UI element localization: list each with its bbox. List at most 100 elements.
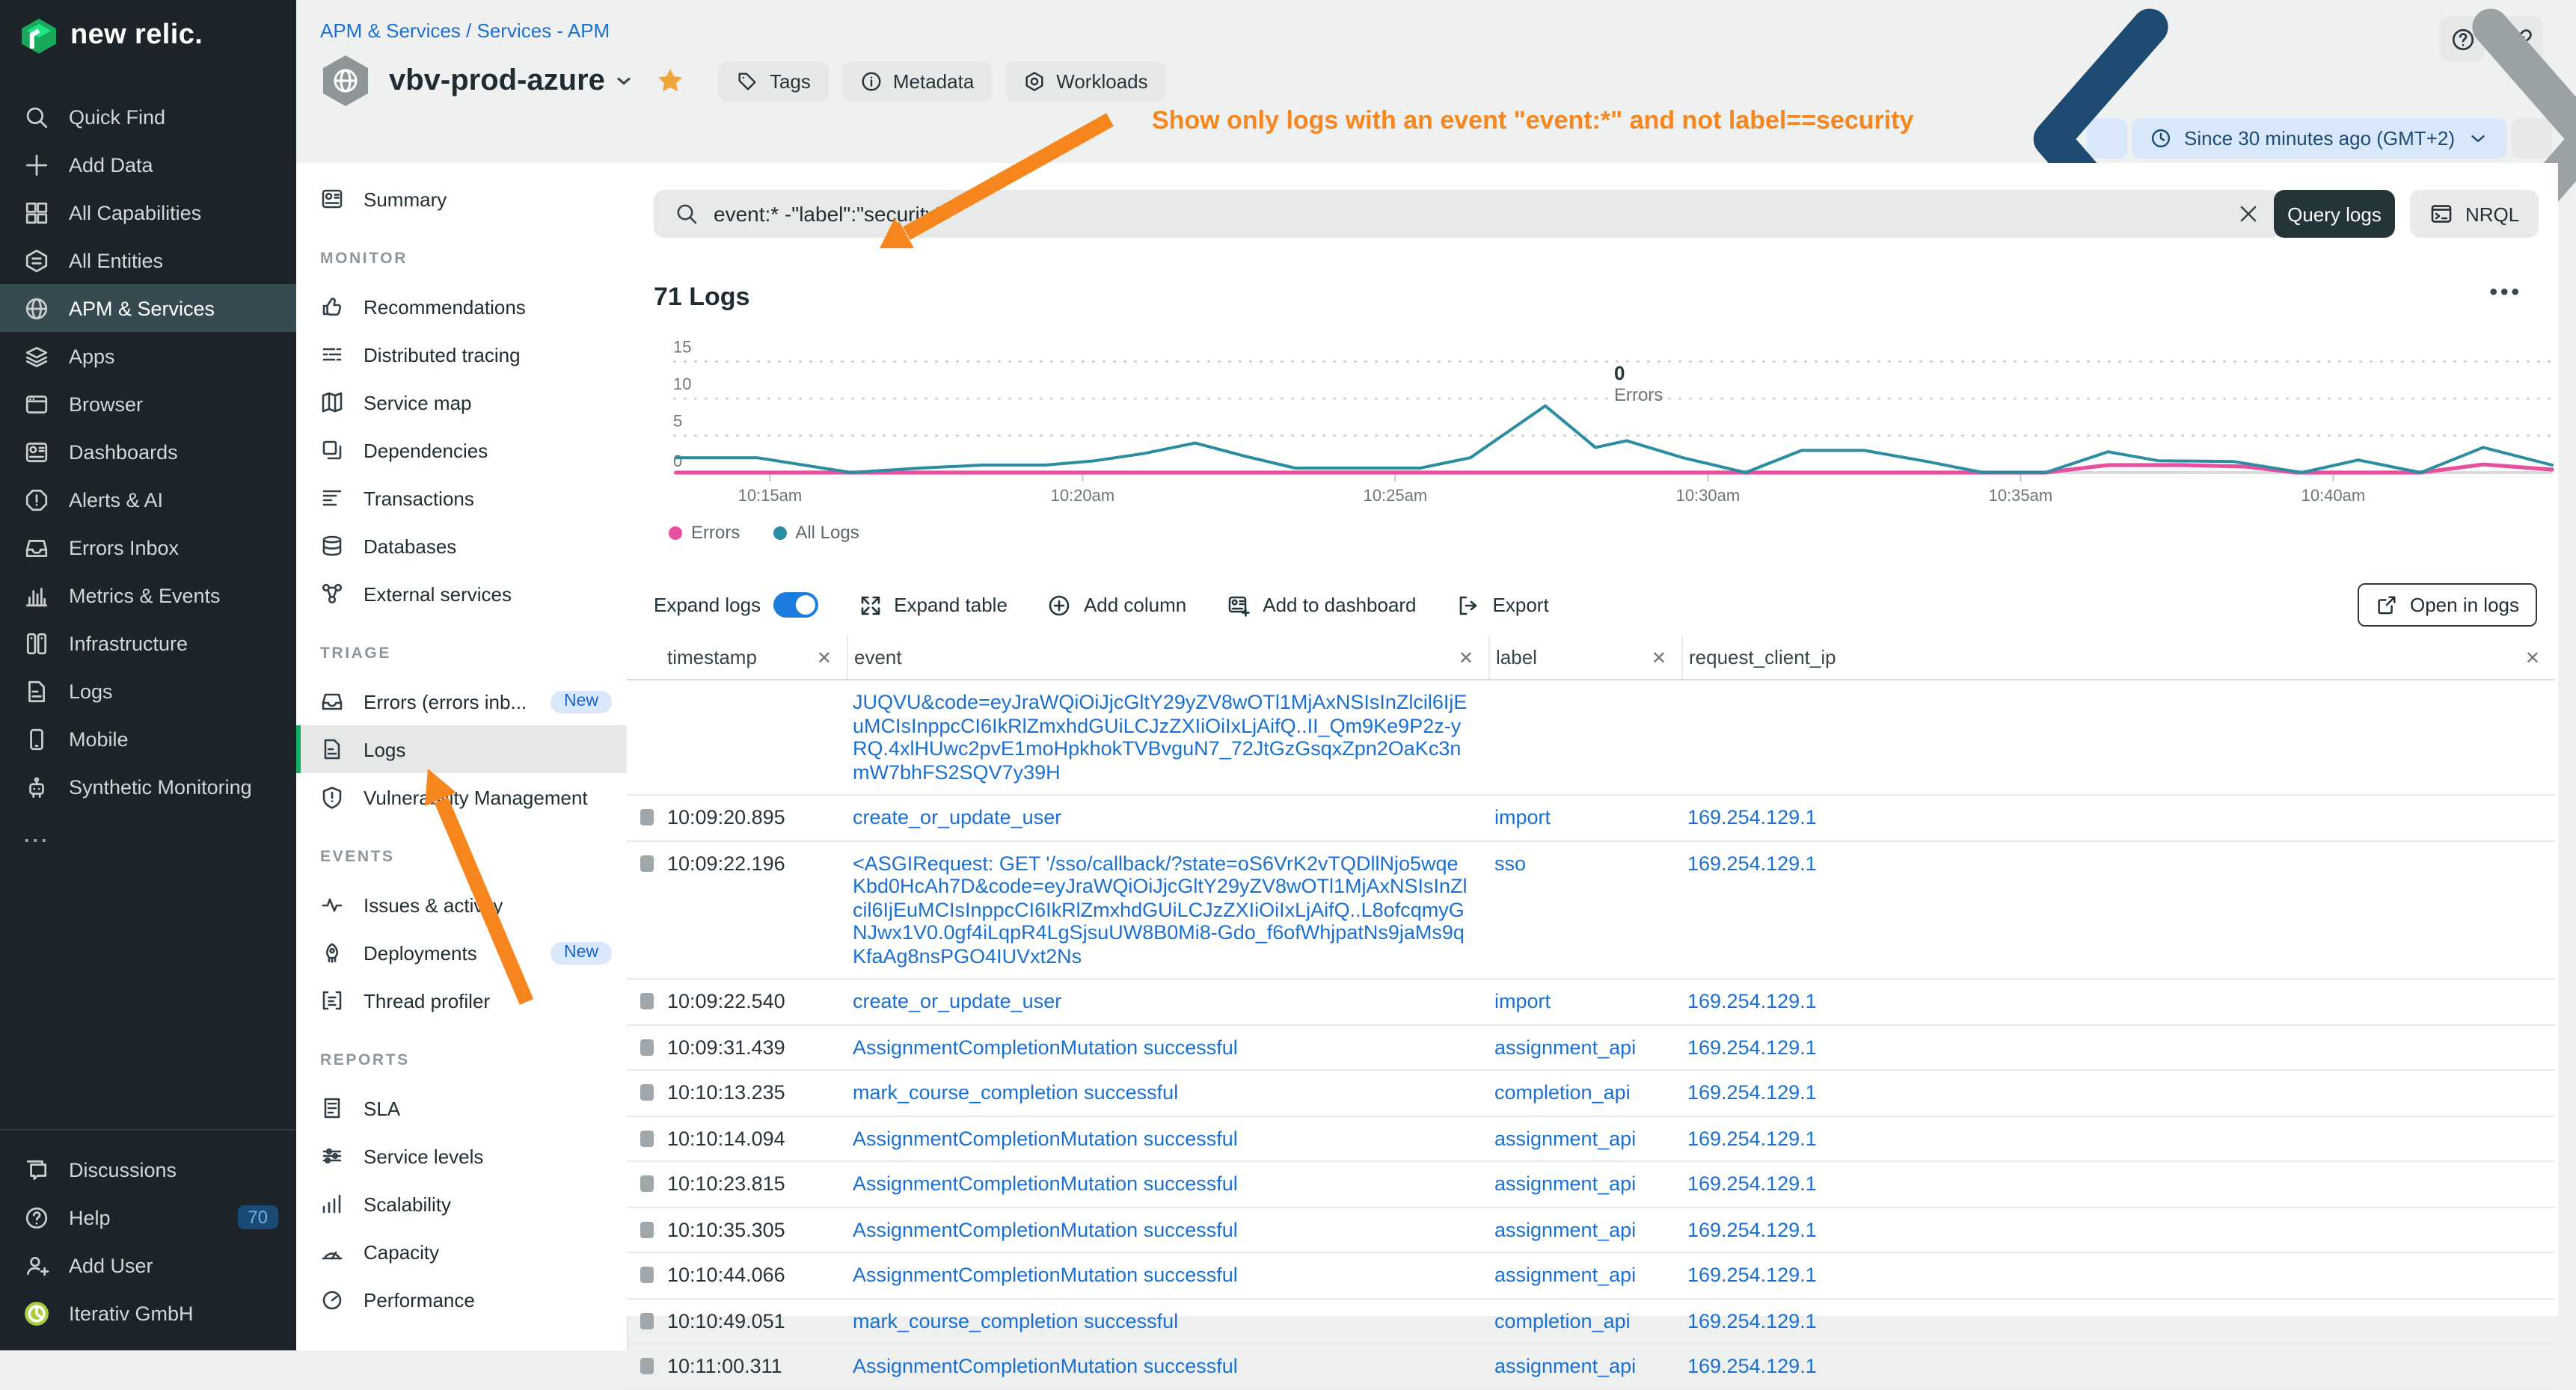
ip-link[interactable]: 169.254.129.1 bbox=[1687, 1218, 1817, 1240]
subnav-item-logs[interactable]: Logs bbox=[296, 725, 627, 773]
remove-column-icon[interactable]: ✕ bbox=[1652, 647, 1666, 668]
event-link[interactable]: AssignmentCompletionMutation successful bbox=[853, 1172, 1238, 1195]
subnav-item-recommendations[interactable]: Recommendations bbox=[296, 283, 627, 330]
tags-button[interactable]: Tags bbox=[719, 61, 829, 101]
table-row[interactable]: 10:09:31.439AssignmentCompletionMutation… bbox=[627, 1025, 2555, 1071]
remove-column-icon[interactable]: ✕ bbox=[817, 647, 832, 668]
subnav-item-dependencies[interactable]: Dependencies bbox=[296, 426, 627, 474]
clear-search-icon[interactable] bbox=[2236, 202, 2260, 226]
subnav-item-issues-activity[interactable]: Issues & activity bbox=[296, 881, 627, 929]
remove-column-icon[interactable]: ✕ bbox=[2525, 647, 2540, 668]
subnav-item-scalability[interactable]: Scalability bbox=[296, 1180, 627, 1228]
event-link[interactable]: AssignmentCompletionMutation successful bbox=[853, 1127, 1238, 1149]
table-row[interactable]: 10:10:14.094AssignmentCompletionMutation… bbox=[627, 1116, 2555, 1162]
subnav-item-performance[interactable]: Performance bbox=[296, 1276, 627, 1323]
subnav-item-external-services[interactable]: External services bbox=[296, 570, 627, 618]
label-link[interactable]: completion_api bbox=[1494, 1309, 1631, 1332]
event-link[interactable]: AssignmentCompletionMutation successful bbox=[853, 1036, 1238, 1058]
label-link[interactable]: assignment_api bbox=[1494, 1172, 1636, 1195]
sidebar-item-apm-services[interactable]: APM & Services bbox=[0, 284, 296, 332]
sidebar-item-all-entities[interactable]: All Entities bbox=[0, 236, 296, 284]
ip-link[interactable]: 169.254.129.1 bbox=[1687, 1309, 1817, 1332]
sidebar-item-errors-inbox[interactable]: Errors Inbox bbox=[0, 523, 296, 571]
table-row[interactable]: 10:10:23.815AssignmentCompletionMutation… bbox=[627, 1162, 2555, 1208]
toggle-on-icon[interactable] bbox=[773, 592, 818, 618]
event-link[interactable]: create_or_update_user bbox=[853, 806, 1061, 828]
favorite-star-icon[interactable] bbox=[656, 66, 686, 96]
table-row[interactable]: 10:09:20.895create_or_update_userimport1… bbox=[627, 796, 2555, 841]
subnav-item-thread-profiler[interactable]: Thread profiler bbox=[296, 977, 627, 1024]
workloads-button[interactable]: Workloads bbox=[1005, 61, 1165, 101]
ip-link[interactable]: 169.254.129.1 bbox=[1687, 1355, 1817, 1377]
label-link[interactable]: completion_api bbox=[1494, 1081, 1631, 1104]
sidebar-item-infrastructure[interactable]: Infrastructure bbox=[0, 619, 296, 667]
sidebar-item-all-capabilities[interactable]: All Capabilities bbox=[0, 188, 296, 236]
breadcrumb[interactable]: APM & Services / Services - APM bbox=[320, 19, 610, 42]
column-header-event[interactable]: event✕ bbox=[847, 636, 1488, 679]
ip-link[interactable]: 169.254.129.1 bbox=[1687, 1081, 1817, 1104]
label-link[interactable]: assignment_api bbox=[1494, 1127, 1636, 1149]
sidebar-item-browser[interactable]: Browser bbox=[0, 380, 296, 428]
ip-link[interactable]: 169.254.129.1 bbox=[1687, 1036, 1817, 1058]
label-link[interactable]: sso bbox=[1494, 852, 1526, 874]
label-link[interactable]: assignment_api bbox=[1494, 1218, 1636, 1240]
ip-link[interactable]: 169.254.129.1 bbox=[1687, 990, 1817, 1012]
time-back-button[interactable] bbox=[2087, 118, 2127, 159]
expand-logs-toggle[interactable]: Expand logs bbox=[654, 592, 818, 618]
add-to-dashboard-button[interactable]: Add to dashboard bbox=[1227, 593, 1416, 617]
sidebar-item-quick-find[interactable]: Quick Find bbox=[0, 93, 296, 141]
label-link[interactable]: assignment_api bbox=[1494, 1355, 1636, 1377]
sidebar-item-metrics-events[interactable]: Metrics & Events bbox=[0, 571, 296, 619]
label-link[interactable]: assignment_api bbox=[1494, 1264, 1636, 1286]
table-row[interactable]: 10:09:22.540create_or_update_userimport1… bbox=[627, 980, 2555, 1025]
event-link[interactable]: create_or_update_user bbox=[853, 990, 1061, 1012]
time-forward-button[interactable] bbox=[2512, 118, 2552, 159]
subnav-item-sla[interactable]: SLA bbox=[296, 1084, 627, 1132]
query-logs-button[interactable]: Query logs bbox=[2274, 190, 2395, 238]
export-button[interactable]: Export bbox=[1457, 593, 1549, 617]
label-link[interactable]: import bbox=[1494, 990, 1551, 1012]
sidebar-item-mobile[interactable]: Mobile bbox=[0, 715, 296, 763]
label-link[interactable]: import bbox=[1494, 806, 1551, 828]
new-relic-logo[interactable]: new relic. bbox=[19, 15, 203, 57]
table-row[interactable]: 10:10:35.305AssignmentCompletionMutation… bbox=[627, 1208, 2555, 1253]
table-row[interactable]: 10:10:44.066AssignmentCompletionMutation… bbox=[627, 1253, 2555, 1299]
table-row[interactable]: 10:10:49.051mark_course_completion succe… bbox=[627, 1299, 2555, 1344]
subnav-item-vulnerability-management[interactable]: Vulnerability Management bbox=[296, 773, 627, 821]
legend-all-logs[interactable]: All Logs bbox=[773, 522, 859, 543]
column-header-timestamp[interactable]: timestamp✕ bbox=[627, 636, 847, 679]
event-link[interactable]: AssignmentCompletionMutation successful bbox=[853, 1218, 1238, 1240]
ip-link[interactable]: 169.254.129.1 bbox=[1687, 852, 1817, 874]
logs-chart[interactable]: 15105010:15am10:20am10:25am10:30am10:35a… bbox=[673, 332, 2555, 514]
subnav-item-capacity[interactable]: Capacity bbox=[296, 1228, 627, 1276]
event-link[interactable]: mark_course_completion successful bbox=[853, 1309, 1178, 1332]
event-link[interactable]: AssignmentCompletionMutation successful bbox=[853, 1355, 1238, 1377]
entity-chevron-down-icon[interactable] bbox=[614, 70, 635, 91]
subnav-item-service-map[interactable]: Service map bbox=[296, 378, 627, 426]
subnav-item-databases[interactable]: Databases bbox=[296, 522, 627, 570]
sidebar-item-add-data[interactable]: Add Data bbox=[0, 141, 296, 188]
metadata-button[interactable]: Metadata bbox=[842, 61, 992, 101]
ip-link[interactable]: 169.254.129.1 bbox=[1687, 806, 1817, 828]
ip-link[interactable]: 169.254.129.1 bbox=[1687, 1264, 1817, 1286]
ip-link[interactable]: 169.254.129.1 bbox=[1687, 1127, 1817, 1149]
event-link[interactable]: JUQVU&code=eyJraWQiOiJjcGltY29yZV8wOTl1M… bbox=[853, 691, 1467, 783]
subnav-item-deployments[interactable]: DeploymentsNew bbox=[296, 929, 627, 977]
sidebar-item-synthetic-monitoring[interactable]: Synthetic Monitoring bbox=[0, 763, 296, 811]
expand-table-button[interactable]: Expand table bbox=[858, 593, 1008, 617]
event-link[interactable]: mark_course_completion successful bbox=[853, 1081, 1178, 1104]
legend-errors[interactable]: Errors bbox=[669, 522, 740, 543]
sidebar-item-alerts-ai[interactable]: Alerts & AI bbox=[0, 476, 296, 523]
add-column-button[interactable]: Add column bbox=[1048, 593, 1186, 617]
sidebar-item-iterativ-gmbh[interactable]: Iterativ GmbH bbox=[0, 1289, 296, 1337]
subnav-item-errors-errors-inb[interactable]: Errors (errors inb...New bbox=[296, 677, 627, 725]
nrql-button[interactable]: NRQL bbox=[2410, 190, 2539, 238]
label-link[interactable]: assignment_api bbox=[1494, 1036, 1636, 1058]
event-link[interactable]: <ASGIRequest: GET '/sso/callback/?state=… bbox=[853, 852, 1468, 967]
sidebar-item-discussions[interactable]: Discussions bbox=[0, 1145, 296, 1193]
sidebar-item-help[interactable]: Help70 bbox=[0, 1193, 296, 1241]
sidebar-item-logs[interactable]: Logs bbox=[0, 667, 296, 715]
ip-link[interactable]: 169.254.129.1 bbox=[1687, 1172, 1817, 1195]
column-header-label[interactable]: label✕ bbox=[1488, 636, 1681, 679]
column-header-request-client-ip[interactable]: request_client_ip✕ bbox=[1681, 636, 2555, 679]
